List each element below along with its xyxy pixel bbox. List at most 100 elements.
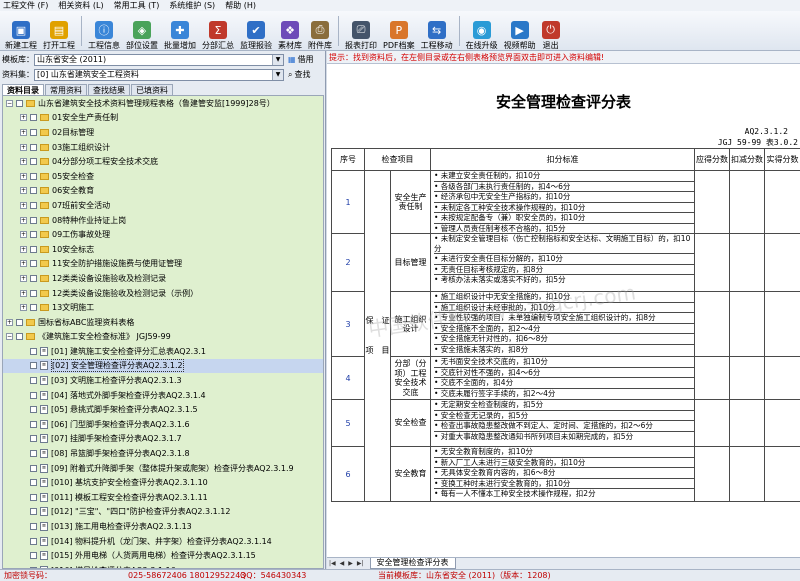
tree-checkbox[interactable] [30,537,37,545]
tree-item[interactable]: +12类类设备设施验收及检测记录（示例） [3,286,323,301]
tree-checkbox[interactable] [30,362,37,370]
tree-checkbox[interactable] [30,479,37,487]
tree-checkbox[interactable] [16,318,23,326]
expand-icon[interactable]: + [20,245,27,253]
expand-icon[interactable]: + [20,158,27,166]
tree-checkbox[interactable] [30,493,37,501]
document-preview[interactable]: 安全管理检查评分表 AQ2.3.1.2 JGJ 59-99 表3.0.2 序号检… [327,65,800,557]
menu-item[interactable]: 相关资料 (L) [58,0,103,11]
tree-item[interactable]: +08特种作业持证上岗 [3,213,323,228]
score-deducted[interactable] [729,233,765,292]
toolbar-button[interactable]: ⎙ 附件库 [305,12,335,50]
tree-item[interactable]: +07班前安全活动 [3,198,323,213]
left-tab[interactable]: 常用资料 [45,84,87,95]
tree-checkbox[interactable] [30,114,37,122]
tree-item[interactable]: +09工伤事故处理 [3,227,323,242]
toolbar-button[interactable]: ◉ 在线升级 [463,12,501,50]
score-due[interactable] [694,233,730,292]
tree-item[interactable]: ≡ [01] 建筑施工安全检查评分汇总表AQ2.3.1 [3,344,323,359]
find-button[interactable]: ⌕ 查找 [288,69,310,80]
expand-icon[interactable]: + [20,143,27,151]
tree-checkbox[interactable] [30,552,37,560]
tree-item[interactable]: +06安全教育 [3,184,323,199]
tree-item[interactable]: ≡ [06] 门型脚手架检查评分表AQ2.3.1.6 [3,417,323,432]
score-due[interactable] [694,356,730,400]
tree-item[interactable]: ≡ [04] 落地式外脚手架检查评分表AQ2.3.1.4 [3,388,323,403]
toolbar-button[interactable]: ⎚ 报表打印 [342,12,380,50]
tree-checkbox[interactable] [30,216,37,224]
tree-checkbox[interactable] [30,435,37,443]
tree-item[interactable]: +03施工组织设计 [3,140,323,155]
last-sheet-icon[interactable]: ▶| [355,560,366,567]
tree-item[interactable]: − 《建筑施工安全检查标准》 JGJ59-99 [3,330,323,345]
menu-item[interactable]: 系统维护 (S) [169,0,215,11]
score-actual[interactable] [764,399,800,447]
tree-item[interactable]: +11安全防护措施设施费与使用证管理 [3,257,323,272]
toolbar-button[interactable]: ▣ 新建工程 [2,12,40,50]
tree-checkbox[interactable] [30,172,37,180]
tree-item[interactable]: ≡ [014] 物料提升机（龙门架、井字架）检查评分表AQ2.3.1.14 [3,534,323,549]
score-due[interactable] [694,399,730,447]
tree-checkbox[interactable] [30,406,37,414]
collapse-icon[interactable]: − [6,99,13,107]
tree-item[interactable]: +13文明施工 [3,300,323,315]
tree-checkbox[interactable] [30,274,37,282]
left-tab[interactable]: 查找结果 [88,84,130,95]
score-due[interactable] [694,170,730,234]
expand-icon[interactable]: + [20,187,27,195]
toolbar-button[interactable]: ⇆ 工程移动 [418,12,456,50]
tree-item[interactable]: +01安全生产责任制 [3,111,323,126]
dataset-select[interactable]: [0] 山东省建筑安全工程资料 ▼ [34,68,284,81]
left-tab[interactable]: 资料目录 [2,84,44,95]
score-due[interactable] [694,291,730,357]
tree-checkbox[interactable] [30,128,37,136]
tree-item[interactable]: ≡ [011] 模板工程安全检查评分表AQ2.3.1.11 [3,490,323,505]
score-actual[interactable] [764,170,800,234]
toolbar-button[interactable]: ✔ 监理报验 [237,12,275,50]
toolbar-button[interactable]: P PDF档案 [380,12,418,50]
tree-item[interactable]: ≡ [013] 施工用电检查评分表AQ2.3.1.13 [3,519,323,534]
score-deducted[interactable] [729,399,765,447]
left-tab[interactable]: 已填资料 [131,84,173,95]
tree-checkbox[interactable] [30,420,37,428]
tree-checkbox[interactable] [30,231,37,239]
score-deducted[interactable] [729,356,765,400]
tree-item[interactable]: +10安全标志 [3,242,323,257]
use-button[interactable]: ▦ 借用 [288,54,314,65]
score-actual[interactable] [764,446,800,502]
toolbar-button[interactable]: ❖ 素材库 [275,12,305,50]
tree-item[interactable]: ≡ [02] 安全管理检查评分表AQ2.3.1.2 [3,358,323,374]
tree-checkbox[interactable] [30,245,37,253]
expand-icon[interactable]: + [20,260,27,268]
template-select[interactable]: 山东省安全 (2011) ▼ [34,53,284,66]
chevron-down-icon[interactable]: ▼ [272,69,283,80]
sheet-tab[interactable]: 安全管理检查评分表 [369,558,456,569]
score-actual[interactable] [764,291,800,357]
tree-item[interactable]: ≡ [012] "三宝"、"四口"防护检查评分表AQ2.3.1.12 [3,505,323,520]
score-deducted[interactable] [729,446,765,502]
chevron-down-icon[interactable]: ▼ [272,54,283,65]
tree-item[interactable]: ≡ [010] 基坑支护安全检查评分表AQ2.3.1.10 [3,475,323,490]
tree-checkbox[interactable] [30,391,37,399]
toolbar-button[interactable]: ▤ 打开工程 [40,12,78,50]
tree-checkbox[interactable] [16,99,23,107]
tree-checkbox[interactable] [30,523,37,531]
expand-icon[interactable]: + [20,216,27,224]
tree-item[interactable]: ≡ [08] 吊篮脚手架检查评分表AQ2.3.1.8 [3,446,323,461]
tree-item[interactable]: ≡ [09] 附着式升降脚手架（整体提升架或爬架）检查评分表AQ2.3.1.9 [3,461,323,476]
tree-checkbox[interactable] [30,508,37,516]
expand-icon[interactable]: + [20,172,27,180]
expand-icon[interactable]: + [20,201,27,209]
tree-item[interactable]: − 山东省建筑安全技术资料管理规程表格（鲁建管安监[1999]28号） [3,96,323,111]
score-actual[interactable] [764,233,800,292]
tree-item[interactable]: +02目标管理 [3,125,323,140]
toolbar-button[interactable]: ✚ 批量增加 [161,12,199,50]
tree-checkbox[interactable] [30,464,37,472]
toolbar-button[interactable]: ⏻ 退出 [539,12,563,50]
tree-item[interactable]: ≡ [015] 外用电梯（人货两用电梯）检查评分表AQ2.3.1.15 [3,548,323,563]
tree-checkbox[interactable] [16,333,23,341]
first-sheet-icon[interactable]: |◀ [327,560,338,567]
tree-checkbox[interactable] [30,289,37,297]
expand-icon[interactable]: + [20,231,27,239]
menu-item[interactable]: 工程文件 (F) [3,0,48,11]
